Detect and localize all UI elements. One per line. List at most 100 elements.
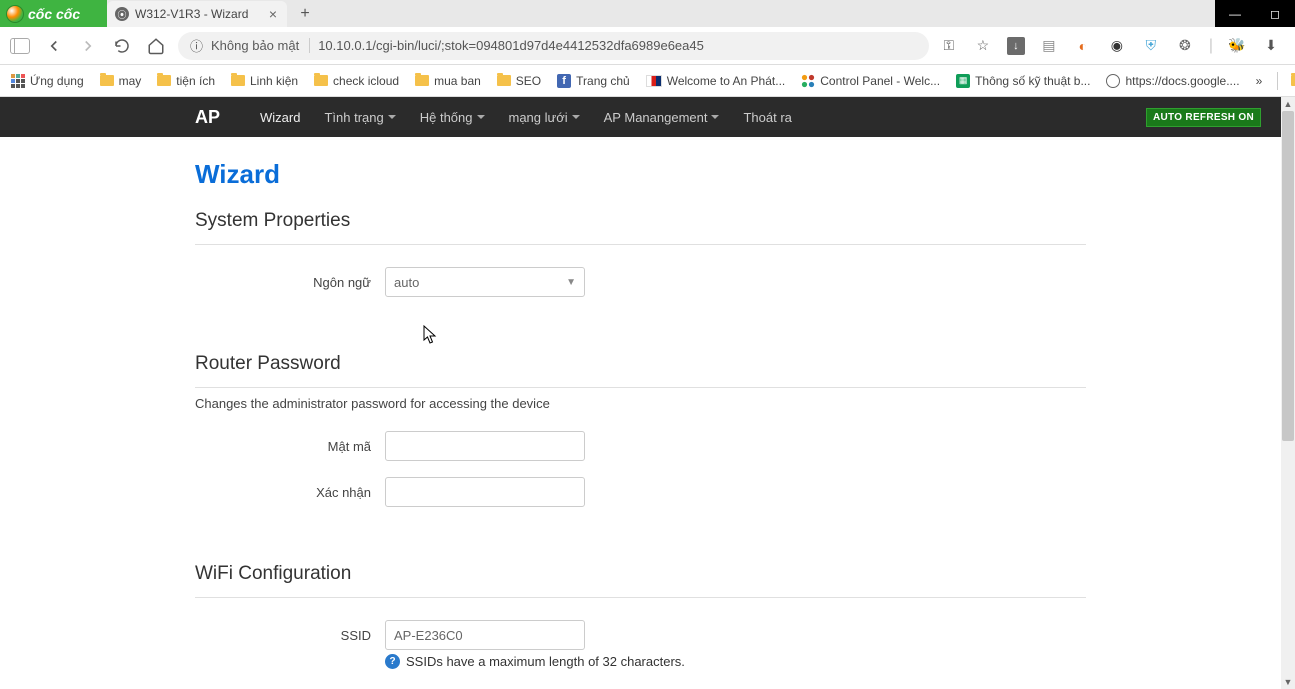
info-icon: ? bbox=[385, 654, 400, 669]
page-title: Wizard bbox=[195, 159, 1086, 190]
home-button[interactable] bbox=[144, 34, 168, 58]
auto-refresh-badge[interactable]: AUTO REFRESH ON bbox=[1146, 108, 1261, 127]
nav-label: Thoát ra bbox=[743, 110, 791, 125]
key-icon[interactable]: ⚿ bbox=[939, 36, 959, 56]
bm-label: check icloud bbox=[333, 74, 399, 88]
apps-bookmark[interactable]: Ứng dụng bbox=[6, 70, 89, 92]
forward-button[interactable] bbox=[76, 34, 100, 58]
router-password-desc: Changes the administrator password for a… bbox=[195, 396, 1086, 411]
sheets-icon: ▦ bbox=[956, 74, 970, 88]
ssid-hint-row: ? SSIDs have a maximum length of 32 char… bbox=[385, 654, 1086, 669]
page-viewport: AP Wizard Tình trạng Hệ thống mạng lưới … bbox=[0, 97, 1295, 689]
bm-label: may bbox=[119, 74, 142, 88]
app-topnav: AP Wizard Tình trạng Hệ thống mạng lưới … bbox=[0, 97, 1281, 137]
chevron-down-icon bbox=[572, 115, 580, 119]
bookmark-seo[interactable]: SEO bbox=[492, 70, 546, 92]
browser-tab[interactable]: ⦿ W312-V1R3 - Wizard × bbox=[107, 1, 287, 27]
info-icon[interactable]: ⓘ bbox=[190, 36, 203, 55]
vertical-scrollbar[interactable]: ▲ ▼ bbox=[1281, 97, 1295, 689]
toolbar-right: ⚿ ☆ ↓ ▤ ◐ ◉ ⛨ ❂ | 🐝 ⬇ bbox=[939, 36, 1287, 56]
password-label: Mật mã bbox=[195, 439, 385, 454]
nav-label: mạng lưới bbox=[509, 110, 568, 125]
nav-label: Tình trạng bbox=[324, 110, 383, 125]
tab-favicon-icon: ⦿ bbox=[115, 7, 129, 21]
nav-label: AP Manangement bbox=[604, 110, 708, 125]
password-input[interactable] bbox=[385, 431, 585, 461]
bookmark-anphat[interactable]: Welcome to An Phát... bbox=[641, 70, 791, 92]
reload-button[interactable] bbox=[110, 34, 134, 58]
section-router-password: Router Password bbox=[195, 353, 1086, 388]
apps-label: Ứng dụng bbox=[30, 74, 84, 88]
bookmark-mua-ban[interactable]: mua ban bbox=[410, 70, 486, 92]
bookmark-tien-ich[interactable]: tiện ích bbox=[152, 70, 220, 92]
apps-grid-icon bbox=[11, 74, 25, 88]
browser-logo: cốc cốc bbox=[0, 0, 107, 27]
nav-wizard[interactable]: Wizard bbox=[248, 100, 312, 135]
extension2-icon[interactable]: ◐ bbox=[1073, 36, 1093, 56]
nav-system[interactable]: Hệ thống bbox=[408, 100, 497, 135]
bookmark-control-panel[interactable]: Control Panel - Welc... bbox=[796, 70, 945, 92]
extension5-icon[interactable]: ❂ bbox=[1175, 36, 1195, 56]
panel-toggle-button[interactable] bbox=[8, 34, 32, 58]
new-tab-button[interactable]: + bbox=[293, 2, 317, 26]
profile-icon[interactable]: 🐝 bbox=[1227, 36, 1247, 56]
bookmark-docs-google[interactable]: https://docs.google.... bbox=[1101, 70, 1244, 92]
downloads-icon[interactable]: ⬇ bbox=[1261, 36, 1281, 56]
ssid-input[interactable] bbox=[385, 620, 585, 650]
nav-ap-management[interactable]: AP Manangement bbox=[592, 100, 732, 135]
bm-label: https://docs.google.... bbox=[1125, 74, 1239, 88]
extension3-icon[interactable]: ◉ bbox=[1107, 36, 1127, 56]
joomla-icon bbox=[801, 74, 815, 88]
bm-label: Trang chủ bbox=[576, 74, 630, 88]
row-language: Ngôn ngữ auto ▼ bbox=[195, 267, 1086, 297]
browser-title-bar: cốc cốc ⦿ W312-V1R3 - Wizard × + — ◻ bbox=[0, 0, 1295, 27]
browser-logo-text: cốc cốc bbox=[28, 6, 80, 22]
folder-icon bbox=[415, 75, 429, 86]
bookmark-check-icloud[interactable]: check icloud bbox=[309, 70, 404, 92]
bookmarks-bar: Ứng dụng may tiện ích Linh kiện check ic… bbox=[0, 65, 1295, 97]
bookmark-may[interactable]: may bbox=[95, 70, 147, 92]
extension1-icon[interactable]: ▤ bbox=[1039, 36, 1059, 56]
folder-icon bbox=[497, 75, 511, 86]
scroll-down-arrow[interactable]: ▼ bbox=[1281, 675, 1295, 689]
section-wifi-config: WiFi Configuration bbox=[195, 563, 1086, 598]
chevron-down-icon bbox=[388, 115, 396, 119]
bookmarks-overflow[interactable]: » bbox=[1251, 70, 1268, 92]
nav-label: Hệ thống bbox=[420, 110, 473, 125]
address-bar[interactable]: ⓘ Không bảo mật 10.10.0.1/cgi-bin/luci/;… bbox=[178, 32, 929, 60]
chevron-down-icon: ▼ bbox=[566, 277, 576, 288]
bookmark-trang-chu[interactable]: f Trang chủ bbox=[552, 70, 635, 92]
row-password: Mật mã bbox=[195, 431, 1086, 461]
facebook-icon: f bbox=[557, 74, 571, 88]
scroll-thumb[interactable] bbox=[1282, 111, 1294, 441]
language-select[interactable]: auto ▼ bbox=[385, 267, 585, 297]
bm-label: mua ban bbox=[434, 74, 481, 88]
language-value: auto bbox=[394, 275, 419, 290]
security-status: Không bảo mật bbox=[211, 38, 310, 53]
app-brand[interactable]: AP bbox=[195, 107, 220, 128]
back-button[interactable] bbox=[42, 34, 66, 58]
close-tab-icon[interactable]: × bbox=[269, 6, 277, 22]
browser-nav-bar: ⓘ Không bảo mật 10.10.0.1/cgi-bin/luci/;… bbox=[0, 27, 1295, 65]
bookmark-linh-kien[interactable]: Linh kiện bbox=[226, 70, 303, 92]
bm-label: Control Panel - Welc... bbox=[820, 74, 940, 88]
minimize-button[interactable]: — bbox=[1215, 0, 1255, 27]
language-label: Ngôn ngữ bbox=[195, 275, 385, 290]
url-text: 10.10.0.1/cgi-bin/luci/;stok=094801d97d4… bbox=[318, 38, 704, 53]
ssid-hint-text: SSIDs have a maximum length of 32 charac… bbox=[406, 654, 685, 669]
folder-icon bbox=[231, 75, 245, 86]
star-icon[interactable]: ☆ bbox=[973, 36, 993, 56]
confirm-input[interactable] bbox=[385, 477, 585, 507]
bookmark-other[interactable]: Dấu trang khác bbox=[1286, 70, 1295, 92]
anphat-icon bbox=[646, 75, 662, 87]
scroll-up-arrow[interactable]: ▲ bbox=[1281, 97, 1295, 111]
nav-logout[interactable]: Thoát ra bbox=[731, 100, 803, 135]
nav-network[interactable]: mạng lưới bbox=[497, 100, 592, 135]
page-content: Wizard System Properties Ngôn ngữ auto ▼… bbox=[0, 137, 1281, 669]
nav-status[interactable]: Tình trạng bbox=[312, 100, 407, 135]
extension4-icon[interactable]: ⛨ bbox=[1141, 36, 1161, 56]
bookmark-thong-so[interactable]: ▦Thông số kỹ thuật b... bbox=[951, 70, 1095, 92]
section-system-properties: System Properties bbox=[195, 210, 1086, 245]
download-box-icon[interactable]: ↓ bbox=[1007, 37, 1025, 55]
maximize-button[interactable]: ◻ bbox=[1255, 0, 1295, 27]
